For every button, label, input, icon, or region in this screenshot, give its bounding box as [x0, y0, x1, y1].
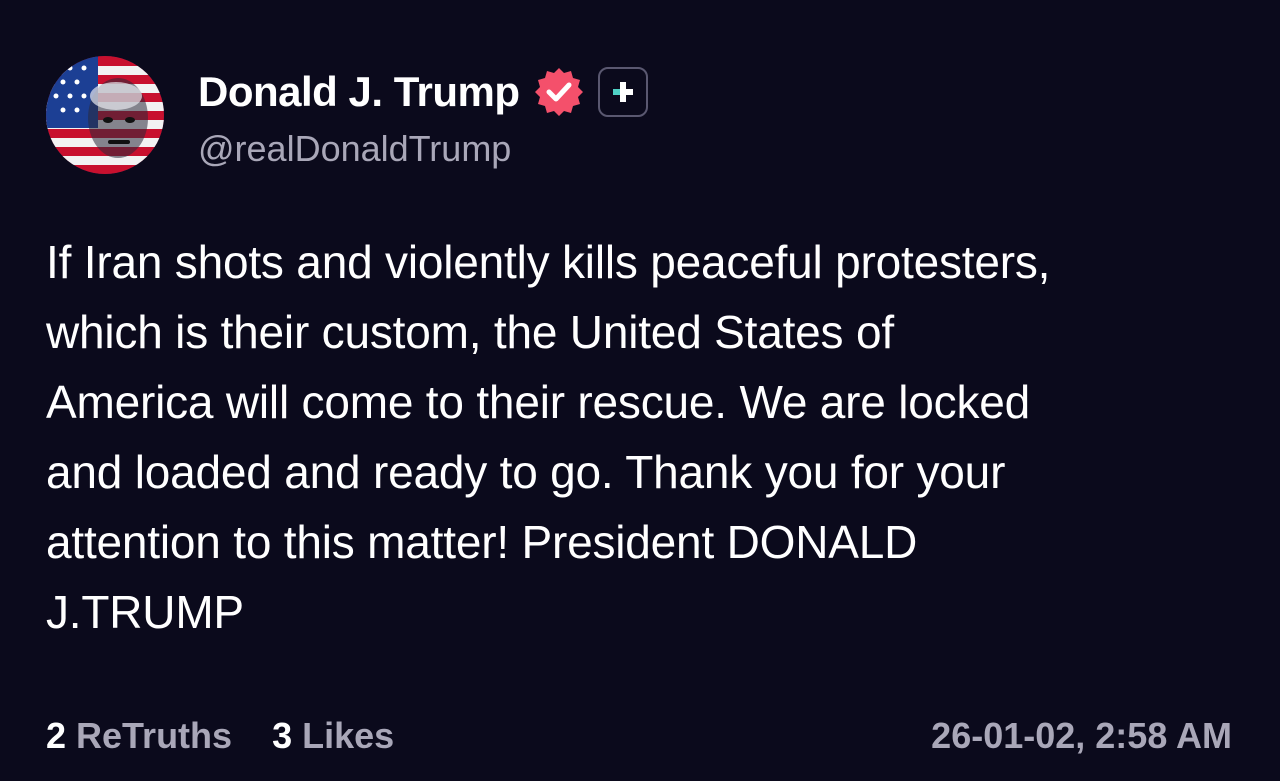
likes-label: Likes: [302, 715, 395, 756]
retruths-stat[interactable]: 2 ReTruths: [46, 715, 232, 757]
author-display-name[interactable]: Donald J. Trump: [198, 68, 520, 116]
author-avatar[interactable]: [46, 56, 164, 174]
post-footer: 2 ReTruths 3 Likes 26-01-02, 2:58 AM: [46, 710, 1232, 762]
plus-icon[interactable]: [597, 67, 648, 117]
post-text: If Iran shots and violently kills peacef…: [46, 236, 1051, 638]
avatar-flag-portrait-icon: [46, 56, 164, 174]
post-timestamp[interactable]: 26-01-02, 2:58 AM: [931, 715, 1232, 757]
likes-count: 3: [272, 715, 293, 756]
retruths-count: 2: [46, 715, 67, 756]
author-name-row: Donald J. Trump: [198, 66, 648, 118]
verified-check-icon: [532, 65, 586, 119]
author-handle[interactable]: @realDonaldTrump: [198, 128, 511, 170]
likes-stat[interactable]: 3 Likes: [272, 715, 394, 757]
truth-post: Donald J. Trump @realDonaldTrump If Iran…: [0, 0, 1280, 781]
retruths-label: ReTruths: [76, 715, 233, 756]
